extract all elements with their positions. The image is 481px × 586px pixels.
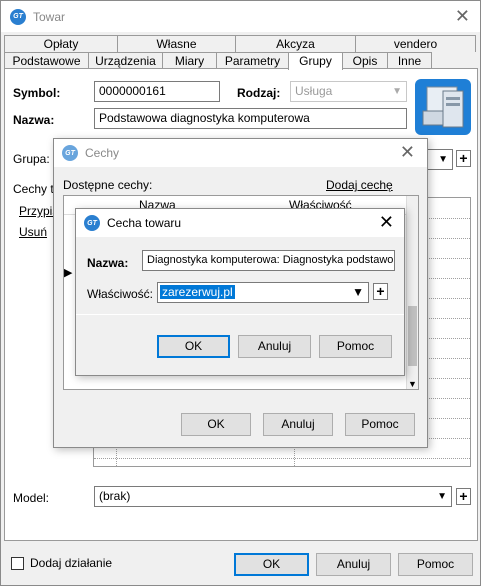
rodzaj-value: Usługa [295,84,333,98]
chevron-down-icon[interactable]: ▼ [408,379,417,389]
tab-wlasne[interactable]: Własne [117,35,236,52]
cecha-dialog-titlebar: GT Cecha towaru ✕ [76,209,404,237]
tab-inne[interactable]: Inne [387,52,432,69]
grupa-label: Grupa: [13,152,50,166]
cecha-cancel-button[interactable]: Anuluj [238,335,311,358]
tab-miary[interactable]: Miary [162,52,217,69]
gt-logo-icon: GT [10,8,26,25]
dodaj-dzialanie-checkbox[interactable] [11,557,24,570]
tab-row-bottom: Podstawowe Urządzenia Miary Parametry Gr… [4,52,432,70]
tab-akcyza[interactable]: Akcyza [235,35,356,52]
chevron-down-icon[interactable]: ▼ [352,283,364,302]
ok-button[interactable]: OK [234,553,309,576]
symbol-input[interactable]: 0000000161 [94,81,220,102]
model-label: Model: [13,491,50,505]
tab-grupy[interactable]: Grupy [288,52,343,70]
cechy-help-button[interactable]: Pomoc [345,413,415,436]
cechy-dialog-title: Cechy [85,146,120,160]
tab-urzadzenia[interactable]: Urządzenia [88,52,163,69]
chevron-down-icon: ▼ [438,154,448,165]
grupa-select[interactable]: ▼ [425,149,453,170]
add-model-button[interactable]: + [456,488,471,505]
title-bar: GT Towar ✕ [1,1,480,32]
computer-product-icon [413,77,473,137]
help-button[interactable]: Pomoc [398,553,473,576]
model-value: (brak) [99,489,131,503]
cecha-dialog-title: Cecha towaru [107,216,182,230]
rodzaj-select[interactable]: Usługa ▼ [290,81,407,102]
chevron-down-icon: ▼ [437,491,447,502]
tab-vendero[interactable]: vendero [355,35,476,52]
scrollbar[interactable]: ▼ [406,196,418,389]
rodzaj-label: Rodzaj: [237,86,281,100]
cecha-ok-button[interactable]: OK [157,335,230,358]
cecha-wlasciwosc-label: Właściwość: [87,287,154,301]
dodaj-dzialanie-label: Dodaj działanie [30,556,113,570]
row-pointer-icon: ▶ [64,267,73,279]
tab-podstawowe[interactable]: Podstawowe [4,52,89,69]
model-select[interactable]: (brak) ▼ [94,486,452,507]
add-grupa-button[interactable]: + [456,150,471,167]
symbol-label: Symbol: [13,86,61,100]
close-icon[interactable]: ✕ [455,7,470,25]
cechy-cancel-button[interactable]: Anuluj [263,413,333,436]
cancel-button[interactable]: Anuluj [316,553,391,576]
nazwa-input[interactable]: Podstawowa diagnostyka komputerowa [94,108,407,129]
gt-logo-icon: GT [84,215,100,231]
cechy-ok-button[interactable]: OK [181,413,251,436]
dostepne-cechy-label: Dostępne cechy: [63,178,153,192]
close-icon[interactable]: ✕ [400,143,415,161]
cecha-nazwa-input[interactable]: Diagnostyka komputerowa: Diagnostyka pod… [142,250,395,271]
nazwa-label: Nazwa: [13,113,55,127]
tab-oplaty[interactable]: Opłaty [4,35,118,52]
tab-row-top: Opłaty Własne Akcyza vendero [4,35,476,52]
usun-link[interactable]: Usuń [19,225,47,239]
window-title: Towar [33,9,66,24]
cecha-nazwa-label: Nazwa: [87,256,129,270]
dodaj-ceche-link[interactable]: Dodaj cechę [326,178,393,192]
cechy-dialog-titlebar: GT Cechy ✕ [54,139,427,167]
cecha-help-button[interactable]: Pomoc [319,335,392,358]
chevron-down-icon: ▼ [392,86,402,97]
add-wlasciwosc-button[interactable]: + [373,283,388,300]
cecha-wlasciwosc-select[interactable]: zarezerwuj.pl ▼ [157,282,369,303]
close-icon[interactable]: ✕ [379,213,394,231]
tab-opis[interactable]: Opis [342,52,388,69]
gt-logo-icon: GT [62,145,78,161]
tab-parametry[interactable]: Parametry [216,52,289,69]
wlasciwosc-value: zarezerwuj.pl [160,285,235,299]
cecha-towaru-dialog: GT Cecha towaru ✕ Nazwa: Diagnostyka kom… [75,208,405,376]
